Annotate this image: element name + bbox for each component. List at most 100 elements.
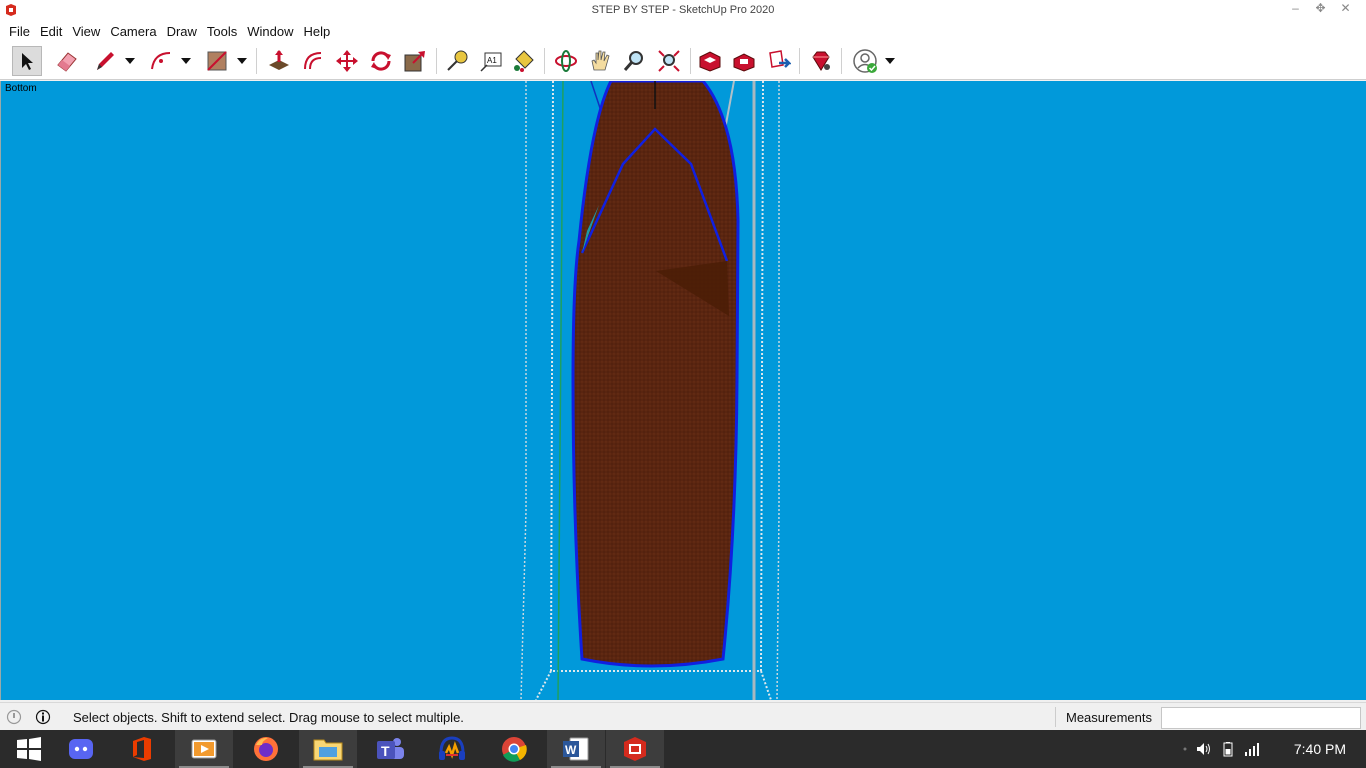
user-account-icon [853,49,877,73]
rotate-icon [371,51,391,71]
large-toolset: A1 [0,42,1366,80]
eraser-tool-button[interactable] [52,46,82,76]
chevron-down-icon[interactable] [884,55,896,67]
menu-draw[interactable]: Draw [162,22,202,42]
toolbar-separator [690,48,691,74]
geo-location-icon[interactable] [6,709,22,725]
tray-overflow-icon[interactable] [1182,746,1188,752]
toolbar-separator [799,48,800,74]
taskbar-sketchup[interactable] [606,730,664,768]
warehouse-icon [699,51,721,72]
volume-icon[interactable] [1196,741,1212,757]
folder-icon [313,739,343,761]
status-hint: Select objects. Shift to extend select. … [73,710,464,725]
3d-warehouse-button[interactable] [695,46,725,76]
taskbar-discord[interactable] [52,730,110,768]
modeling-viewport[interactable]: Bottom [0,81,1366,700]
select-tool-button[interactable] [12,46,42,76]
title-bar: STEP BY STEP - SketchUp Pro 2020 ‒ ✥ ✕ [0,0,1366,22]
office-icon [133,737,151,761]
offset-icon [304,52,322,70]
chevron-down-icon[interactable] [180,55,192,67]
wifi-signal-icon[interactable] [1244,741,1260,757]
instructor-info-icon[interactable] [35,709,51,725]
model-canvas[interactable] [1,81,1366,700]
boat-hull-model[interactable] [571,81,740,668]
menu-window[interactable]: Window [242,22,298,42]
toolbar-separator [256,48,257,74]
chevron-down-icon[interactable] [236,55,248,67]
taskbar-clock[interactable]: 7:40 PM [1294,741,1346,757]
arc-tool-button[interactable] [146,46,176,76]
zoom-extents-tool-button[interactable] [654,46,684,76]
taskbar-teams[interactable]: T [361,730,419,768]
svg-text:T: T [381,743,390,759]
push-pull-icon [269,50,289,70]
chrome-icon [502,737,527,762]
minimize-button[interactable]: ‒ [1289,2,1302,15]
taskbar-office[interactable] [113,730,171,768]
rotate-tool-button[interactable] [366,46,396,76]
start-button[interactable] [0,730,58,768]
window-controls: ‒ ✥ ✕ [1289,2,1352,15]
menu-edit[interactable]: Edit [35,22,67,42]
menu-view[interactable]: View [67,22,105,42]
status-bar: Select objects. Shift to extend select. … [0,702,1366,730]
scale-tool-button[interactable] [400,46,430,76]
menu-tools[interactable]: Tools [202,22,242,42]
magnifier-icon [623,51,643,71]
layout-icon [769,50,791,68]
close-button[interactable]: ✕ [1339,2,1352,15]
firefox-icon [254,737,278,761]
headphones-icon [439,736,465,760]
zoom-tool-button[interactable] [619,46,649,76]
measurements-label: Measurements [1066,710,1152,725]
text-tool-button[interactable]: A1 [476,46,506,76]
toolbar-separator [841,48,842,74]
extension-warehouse-icon [733,53,755,72]
window-title: STEP BY STEP - SketchUp Pro 2020 [591,4,775,16]
arrow-cursor-icon [22,53,33,70]
rectangle-tool-button[interactable] [202,46,232,76]
taskbar-chrome[interactable] [485,730,543,768]
paint-bucket-tool-button[interactable] [508,46,538,76]
push-pull-tool-button[interactable] [264,46,294,76]
word-icon: W [563,737,589,761]
status-separator [1055,707,1056,727]
text-tool-glyph: A1 [487,56,497,65]
taskbar-file-explorer[interactable] [299,730,357,768]
tape-measure-icon [447,50,468,71]
teams-icon: T [377,738,404,759]
taskbar-media-player[interactable] [175,730,233,768]
maximize-button[interactable]: ✥ [1314,2,1327,15]
menu-help[interactable]: Help [299,22,336,42]
extension-warehouse-button[interactable] [729,46,759,76]
measurements-input[interactable] [1161,707,1361,729]
extension-manager-button[interactable] [806,46,836,76]
taskbar-firefox[interactable] [237,730,295,768]
svg-text:W: W [565,743,577,757]
move-icon [336,50,358,72]
battery-icon[interactable] [1220,741,1236,757]
paint-bucket-icon [514,50,534,72]
tape-measure-tool-button[interactable] [442,46,472,76]
rectangle-icon [207,51,227,71]
pan-tool-button[interactable] [585,46,615,76]
pencil-icon [97,52,114,70]
account-button[interactable] [850,46,880,76]
move-tool-button[interactable] [332,46,362,76]
windows-taskbar: T W 7:40 PM [0,730,1366,768]
orbit-icon [555,50,577,72]
video-player-icon [191,739,217,759]
taskbar-audio-app[interactable] [423,730,481,768]
orbit-tool-button[interactable] [551,46,581,76]
send-to-layout-button[interactable] [764,46,794,76]
menu-camera[interactable]: Camera [105,22,161,42]
chevron-down-icon[interactable] [124,55,136,67]
menu-bar: File Edit View Camera Draw Tools Window … [0,22,1366,42]
taskbar-word[interactable]: W [547,730,605,768]
line-tool-button[interactable] [90,46,120,76]
discord-icon [69,739,93,759]
offset-tool-button[interactable] [298,46,328,76]
menu-file[interactable]: File [4,22,35,42]
